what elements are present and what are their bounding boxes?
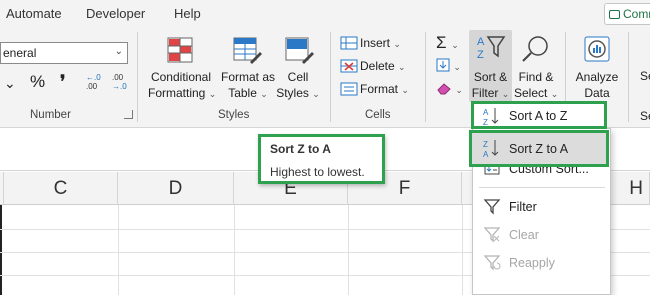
eraser-icon xyxy=(437,83,451,95)
svg-text:←.0: ←.0 xyxy=(86,73,101,82)
comment-icon xyxy=(609,10,620,19)
svg-text:Z: Z xyxy=(477,49,484,61)
grid-line xyxy=(348,205,349,295)
svg-text:A: A xyxy=(477,36,485,48)
svg-text:.00: .00 xyxy=(86,82,98,91)
format-button[interactable]: Format ⌄ xyxy=(360,82,409,96)
chevron-down-icon: ⌄ xyxy=(451,40,459,50)
tab-help[interactable]: Help xyxy=(174,6,201,21)
cell-styles-icon xyxy=(285,37,314,64)
group-label-cells: Cells xyxy=(365,109,391,121)
analyze-data-button[interactable]: Analyze Data xyxy=(574,69,620,101)
group-label-styles: Styles xyxy=(218,109,250,121)
analyze-data-icon xyxy=(584,36,610,62)
svg-text:A: A xyxy=(483,108,489,117)
column-header-d[interactable]: D xyxy=(118,172,234,205)
chevron-down-icon: ⌄ xyxy=(501,89,510,99)
decrease-decimal-icon[interactable]: .00 →.0 xyxy=(110,72,130,92)
insert-cells-icon xyxy=(340,36,358,50)
menu-item-reapply[interactable]: Reapply xyxy=(473,249,610,277)
svg-text:→.0: →.0 xyxy=(112,82,127,91)
svg-text:A: A xyxy=(483,150,489,159)
reapply-icon xyxy=(483,255,501,271)
group-label-number: Number xyxy=(30,109,71,121)
chevron-down-icon: ⌄ xyxy=(312,89,320,99)
menu-separator xyxy=(479,187,605,188)
tooltip-description: Highest to lowest. xyxy=(270,165,365,179)
grid-line xyxy=(118,205,119,295)
group-divider xyxy=(425,32,426,122)
sort-filter-icon: A Z xyxy=(477,36,506,61)
chevron-down-icon: ⌄ xyxy=(401,85,409,95)
svg-text:Z: Z xyxy=(483,118,488,126)
filter-icon xyxy=(483,199,501,215)
chevron-down-icon: ⌄ xyxy=(393,39,401,49)
next-group-button[interactable]: Se xyxy=(640,69,650,83)
autosum-button[interactable]: Σ ⌄ xyxy=(436,33,459,53)
cell-styles-button[interactable]: Cell Styles ⌄ xyxy=(276,69,320,102)
next-group-label: Se xyxy=(640,109,650,123)
percent-style-button[interactable]: % xyxy=(30,72,45,92)
comma-style-button[interactable]: ❜ xyxy=(60,72,65,92)
number-dialog-launcher[interactable] xyxy=(124,110,133,119)
column-header-c[interactable]: C xyxy=(4,172,118,205)
magnifier-icon xyxy=(522,36,548,62)
group-divider xyxy=(330,32,331,122)
fill-down-icon xyxy=(436,58,450,72)
svg-text:Z: Z xyxy=(483,140,488,149)
find-select-button[interactable]: Find & Select ⌄ xyxy=(514,69,558,102)
tab-developer[interactable]: Developer xyxy=(86,6,145,21)
conditional-formatting-button[interactable]: Conditional Formatting ⌄ xyxy=(148,69,217,102)
menu-item-clear[interactable]: Clear xyxy=(473,221,610,249)
comments-button[interactable]: Comments xyxy=(604,3,650,25)
selection-border xyxy=(0,205,2,295)
svg-text:.00: .00 xyxy=(112,73,124,82)
number-format-dropdown[interactable]: eneral ⌄ xyxy=(0,42,128,64)
sort-z-to-a-icon: Z A xyxy=(483,140,499,159)
conditional-formatting-icon xyxy=(167,37,193,63)
fill-button[interactable]: ⌄ xyxy=(436,58,461,73)
chevron-down-icon: ⌄ xyxy=(455,85,463,95)
delete-cells-icon xyxy=(340,59,358,73)
tab-automate[interactable]: Automate xyxy=(6,6,62,21)
format-as-table-button[interactable]: Format as Table ⌄ xyxy=(218,69,278,102)
clear-button[interactable]: ⌄ xyxy=(436,81,463,96)
chevron-down-icon: ⌄ xyxy=(260,89,268,99)
sort-a-to-z-icon: A Z xyxy=(483,108,499,126)
sort-tooltip: Sort Z to A Highest to lowest. xyxy=(258,134,385,184)
delete-button[interactable]: Delete ⌄ xyxy=(360,59,406,73)
ribbon-tab-bar: Automate Developer Help Comments xyxy=(0,0,650,28)
grid-line xyxy=(462,205,463,295)
format-as-table-icon xyxy=(233,37,262,64)
sort-filter-button[interactable]: A Z Sort & Filter ⌄ xyxy=(469,30,512,102)
group-divider xyxy=(628,32,629,122)
menu-item-sort-a-to-z[interactable]: A Z Sort A to Z xyxy=(471,101,607,129)
sigma-icon: Σ xyxy=(436,33,447,52)
tooltip-title: Sort Z to A xyxy=(270,142,331,156)
chevron-down-icon: ⌄ xyxy=(114,46,123,57)
accounting-format-icon[interactable]: ⌄ xyxy=(4,75,16,92)
chevron-down-icon: ⌄ xyxy=(208,89,217,99)
chevron-down-icon: ⌄ xyxy=(453,62,461,72)
chevron-down-icon: ⌄ xyxy=(550,89,559,99)
menu-item-filter[interactable]: Filter xyxy=(473,193,610,221)
grid-line xyxy=(234,205,235,295)
group-divider xyxy=(137,32,138,122)
increase-decimal-icon[interactable]: ←.0 .00 xyxy=(84,72,104,92)
menu-item-sort-z-to-a[interactable]: Z A Sort Z to A xyxy=(469,130,609,167)
chevron-down-icon: ⌄ xyxy=(398,62,406,72)
format-cells-icon xyxy=(340,82,358,96)
clear-filter-icon xyxy=(483,227,501,243)
insert-button[interactable]: Insert ⌄ xyxy=(360,36,401,50)
